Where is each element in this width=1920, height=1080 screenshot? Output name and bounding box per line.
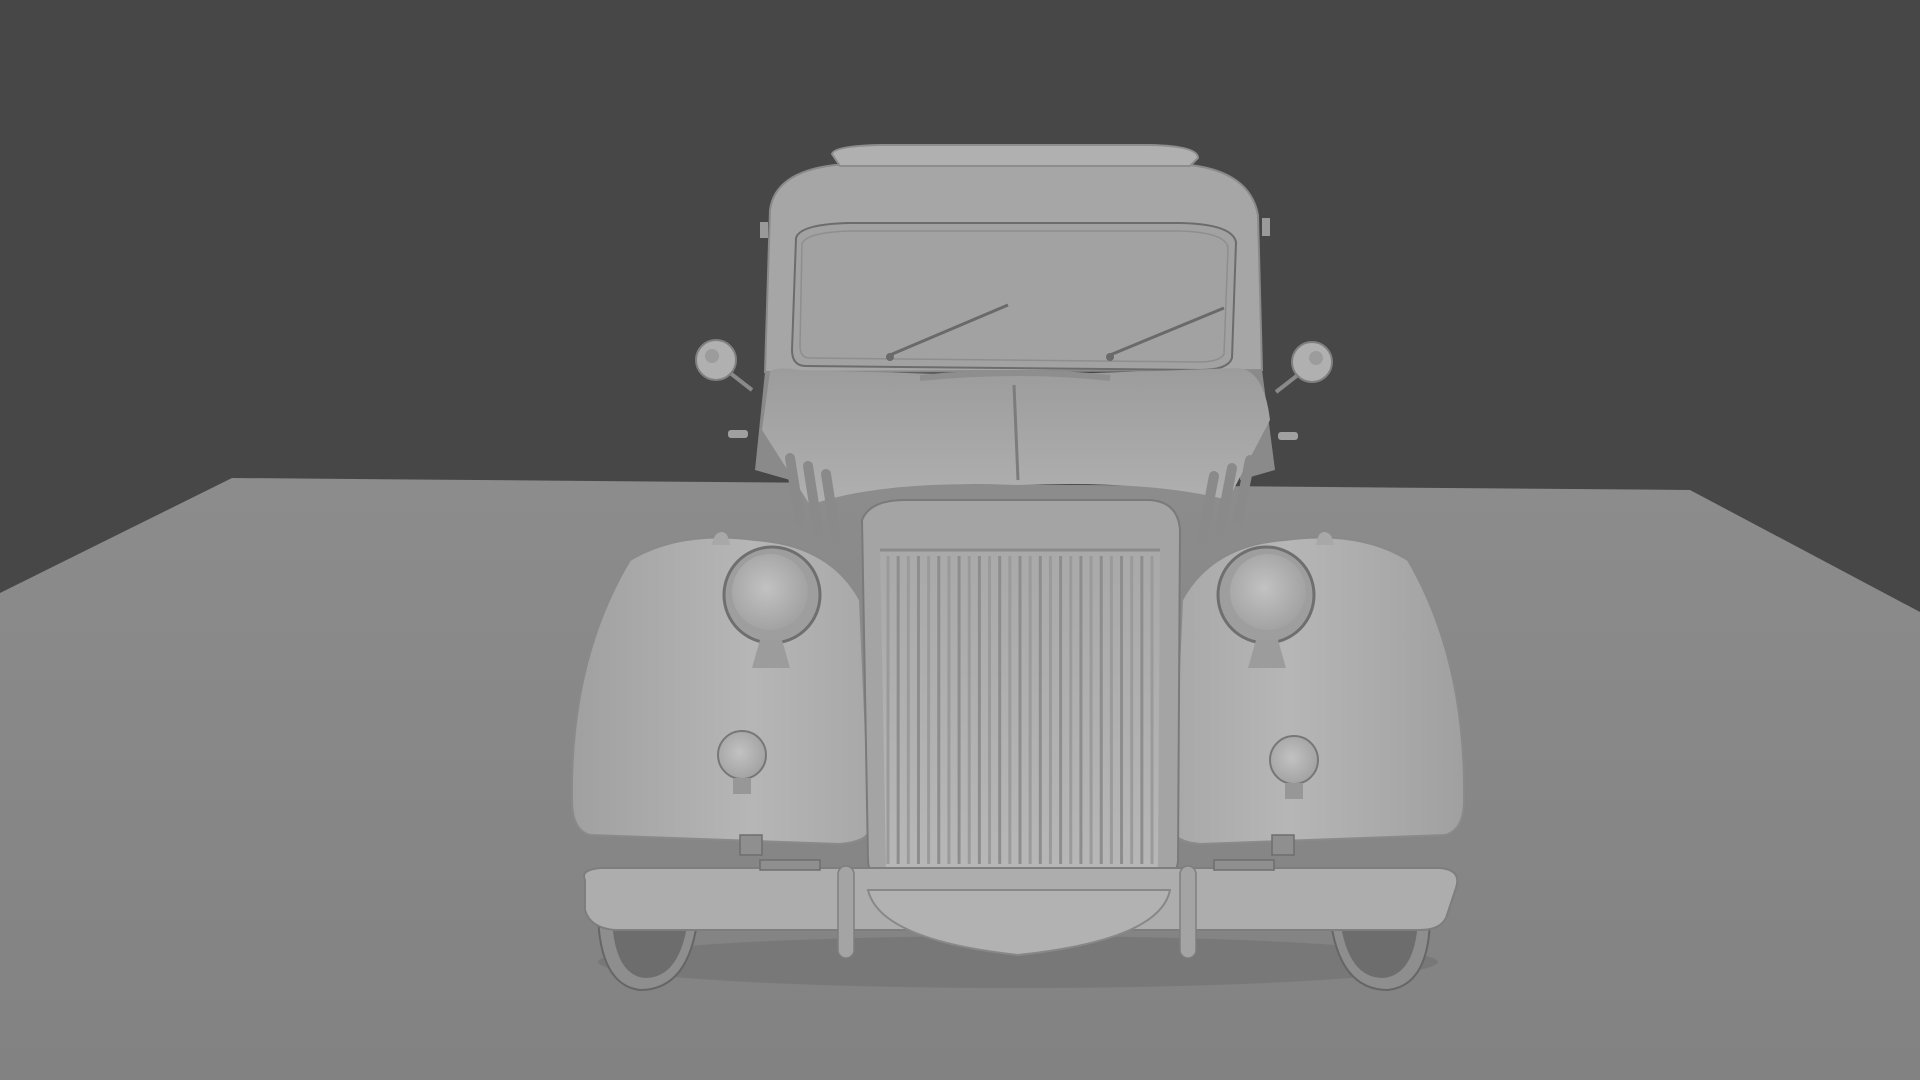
grille-bars: [886, 556, 1154, 864]
render-viewport: [0, 0, 1920, 1080]
car-render: [0, 0, 1920, 1080]
windshield: [790, 222, 1238, 372]
radiator-grille: [860, 499, 1182, 881]
roof-rail: [830, 144, 1200, 167]
